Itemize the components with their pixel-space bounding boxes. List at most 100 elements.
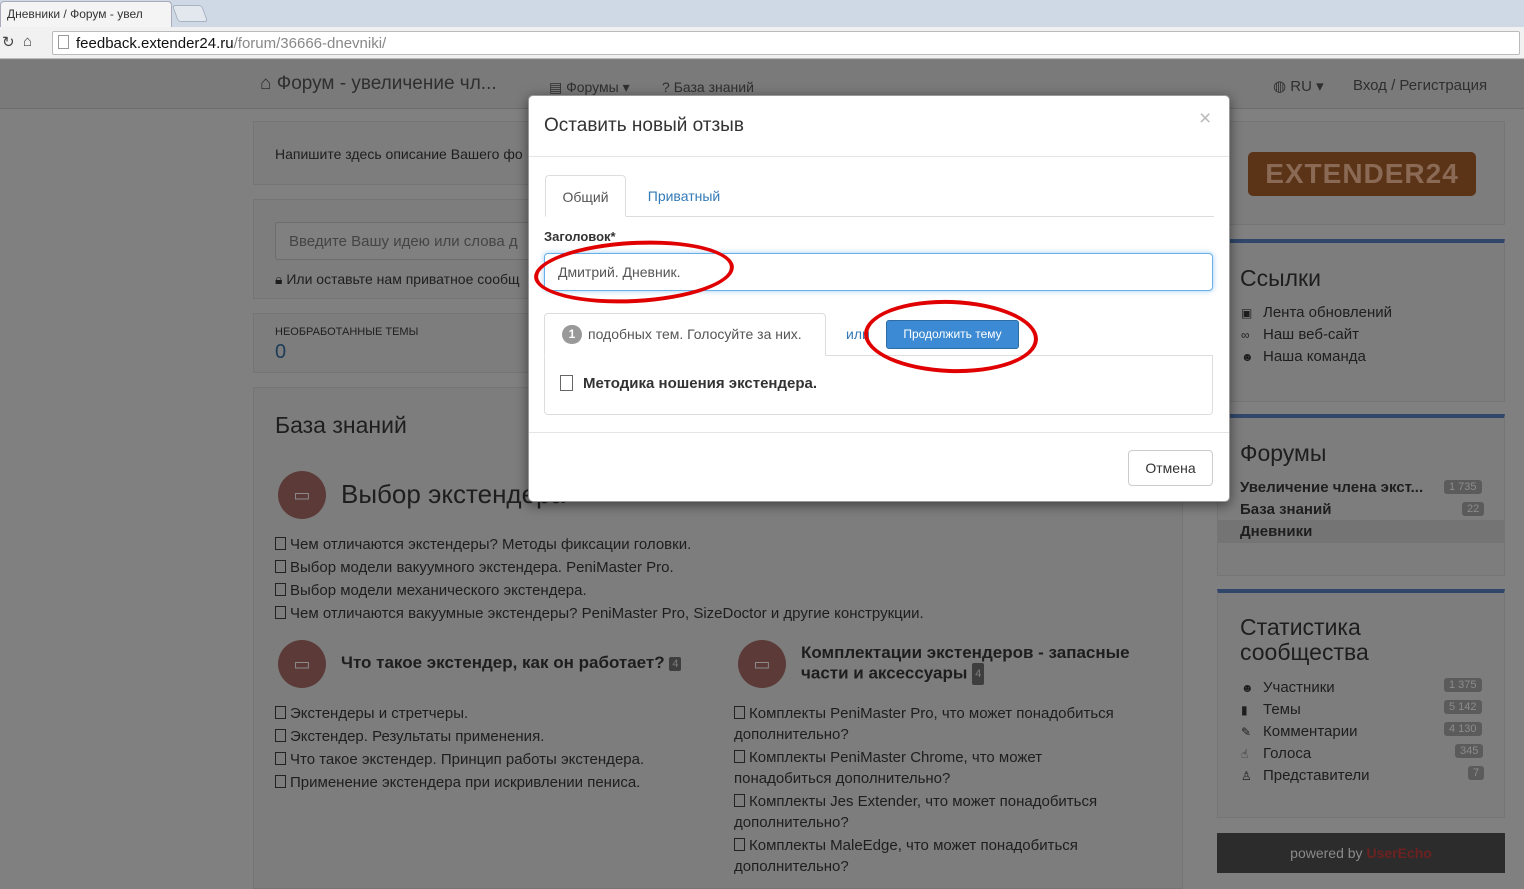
sidebar-link-team[interactable]: ☻ Наша команда — [1241, 348, 1366, 365]
article-link[interactable]: Выбор модели вакуумного экстендера. Peni… — [275, 556, 924, 579]
stats-title: Статистика сообщества — [1240, 615, 1369, 665]
stat-label: Голоса — [1263, 745, 1312, 762]
article-title: Выбор модели механического экстендера. — [290, 582, 587, 599]
article-link[interactable]: Комплекты PeniMaster Chrome, что может п… — [734, 747, 1134, 789]
powered-by-userecho[interactable]: powered by UserEcho — [1217, 833, 1505, 873]
article-list: Экстендеры и стретчеры. Экстендер. Резул… — [275, 702, 644, 794]
rss-icon: ▣ — [1241, 306, 1253, 320]
article-title: Применение экстендера при искривлении пе… — [290, 774, 641, 791]
document-icon — [275, 775, 286, 788]
home-icon[interactable]: ⌂ — [23, 33, 32, 50]
modal-footer-divider — [529, 432, 1229, 433]
article-link[interactable]: Комплекты PeniMaster Pro, что может пона… — [734, 703, 1134, 745]
sidebar-link-website[interactable]: ∞ Наш веб-сайт — [1241, 326, 1359, 343]
extender24-logo[interactable]: EXTENDER24 — [1248, 152, 1476, 196]
language-dropdown[interactable]: ◍ RU ▾ — [1273, 77, 1324, 95]
home-icon: ⌂ — [260, 73, 272, 94]
category-title[interactable]: Комплектации экстендеров - запасные част… — [801, 643, 1161, 685]
forum-description: Напишите здесь описание Вашего фо — [275, 146, 523, 162]
article-title: Комплекты Jes Extender, что может понадо… — [734, 793, 1098, 831]
article-title: Что такое экстендер. Принцип работы экст… — [290, 751, 645, 768]
category-title[interactable]: Что такое экстендер, как он работает? 4 — [341, 653, 682, 673]
title-label: Заголовок* — [544, 229, 616, 244]
nav-forums-dropdown[interactable]: ▤ Форумы ▾ — [549, 79, 630, 96]
file-icon: ▮ — [1241, 703, 1248, 717]
article-list: Чем отличаются экстендеры? Методы фиксац… — [275, 533, 924, 625]
userecho-logo: UserEcho — [1366, 845, 1432, 861]
document-icon — [275, 752, 286, 765]
article-link[interactable]: Применение экстендера при искривлении пе… — [275, 771, 644, 794]
article-list: Комплекты PeniMaster Pro, что может пона… — [734, 703, 1134, 877]
document-icon — [275, 606, 286, 619]
tab-private[interactable]: Приватный — [634, 175, 734, 217]
stat-representatives: ♙ Представители — [1241, 767, 1369, 784]
forums-icon: ▤ — [549, 79, 563, 95]
new-tab-button[interactable] — [171, 5, 209, 22]
private-message-link[interactable]: 🔒︎ Или оставьте нам приватное сообщ — [275, 271, 520, 288]
category-count: 4 — [669, 656, 682, 671]
tabs-divider — [626, 216, 1214, 217]
browser-tab[interactable]: Дневники / Форум - увел — [0, 1, 172, 27]
site-brand[interactable]: ⌂ Форум - увеличение чл... — [260, 73, 497, 95]
stats-title-line: сообщества — [1240, 639, 1369, 665]
sidebar-link-label: Наша команда — [1263, 348, 1366, 365]
brand-label: Форум - увеличение чл... — [276, 73, 497, 94]
stat-badge: 4 130 — [1444, 722, 1482, 736]
document-icon — [275, 583, 286, 596]
document-icon — [275, 706, 286, 719]
article-link[interactable]: Чем отличаются экстендеры? Методы фиксац… — [275, 533, 924, 556]
stats-title-line: Статистика — [1240, 614, 1361, 640]
stat-badge: 7 — [1468, 766, 1485, 780]
sidebar-forum-item-active[interactable]: Дневники — [1240, 523, 1312, 540]
nav-forums-label: Форумы — [566, 79, 619, 95]
document-icon — [275, 729, 286, 742]
page-icon — [58, 35, 69, 49]
article-link[interactable]: Экстендер. Результаты применения. — [275, 725, 644, 748]
forum-count-badge: 22 — [1462, 502, 1485, 516]
stat-badge: 1 375 — [1444, 678, 1482, 692]
forum-count-badge: 1 735 — [1444, 480, 1482, 494]
modal-divider — [529, 156, 1229, 157]
article-link[interactable]: Комплекты Jes Extender, что может понадо… — [734, 791, 1134, 833]
url-text[interactable]: feedback.extender24.ru/forum/36666-dnevn… — [76, 35, 386, 52]
category-title-text: Комплектации экстендеров - запасные част… — [801, 643, 1130, 683]
caret-down-icon: ▾ — [622, 79, 630, 95]
document-icon — [275, 537, 286, 550]
stat-badge: 5 142 — [1444, 700, 1482, 714]
article-link[interactable]: Выбор модели механического экстендера. — [275, 579, 924, 602]
nav-kb-label: База знаний — [673, 79, 754, 95]
stat-comments: ✎ Комментарии — [1241, 723, 1357, 740]
document-icon — [734, 750, 745, 763]
browser-tab-bar — [0, 0, 1524, 27]
category-count: 4 — [972, 663, 985, 685]
tab-general[interactable]: Общий — [545, 175, 626, 217]
document-icon — [275, 560, 286, 573]
globe-icon: ◍ — [1273, 78, 1287, 95]
article-link[interactable]: Комплекты MaleEdge, что может понадобить… — [734, 835, 1134, 877]
sidebar-link-updates[interactable]: ▣ Лента обновлений — [1241, 304, 1392, 321]
users-icon: ☻ — [1241, 681, 1254, 695]
nav-knowledge-base[interactable]: ? База знаний — [662, 79, 754, 95]
category-title-text: Что такое экстендер, как он работает? — [341, 653, 665, 672]
question-icon: ? — [662, 79, 670, 95]
sidebar-forum-item[interactable]: Увеличение члена экст... — [1240, 479, 1423, 496]
close-icon[interactable]: × — [1199, 107, 1211, 131]
article-link[interactable]: Чем отличаются вакуумные экстендеры? Pen… — [275, 602, 924, 625]
forums-title: Форумы — [1240, 440, 1327, 466]
reload-icon[interactable]: ↻ — [2, 33, 15, 51]
users-icon: ☻ — [1241, 350, 1254, 364]
powered-prefix: powered by — [1290, 845, 1363, 861]
document-icon — [734, 838, 745, 851]
similar-topics-text: подобных тем. Голосуйте за них. — [588, 326, 802, 342]
sidebar-forum-item[interactable]: База знаний — [1240, 501, 1331, 518]
unprocessed-count[interactable]: 0 — [275, 341, 286, 364]
article-title: Выбор модели вакуумного экстендера. Peni… — [290, 559, 674, 576]
article-title: Комплекты PeniMaster Chrome, что может п… — [734, 749, 1043, 787]
similar-topic-link[interactable]: Методика ношения экстендера. — [583, 375, 817, 392]
article-link[interactable]: Что такое экстендер. Принцип работы экст… — [275, 748, 644, 771]
stat-votes: ☝ Голоса — [1241, 745, 1311, 762]
cancel-button[interactable]: Отмена — [1128, 450, 1213, 486]
folder-icon: ▭ — [278, 640, 326, 688]
login-link[interactable]: Вход / Регистрация — [1353, 77, 1487, 94]
article-link[interactable]: Экстендеры и стретчеры. — [275, 702, 644, 725]
